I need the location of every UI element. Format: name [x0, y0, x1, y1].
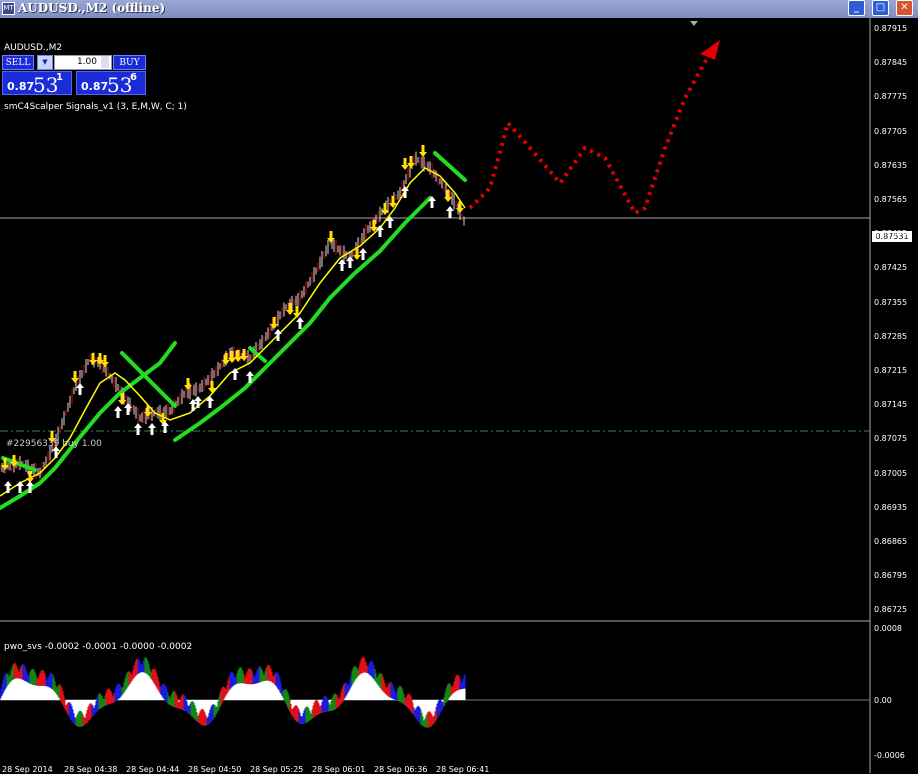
chart-window[interactable]: SELL ▼ 1.00 BUY 0.87 53 1 0.87 53 6 AUDU… [0, 18, 918, 774]
price-axis-label: 0.87565 [874, 195, 908, 204]
title-bar: MT AUDUSD.,M2 (offline) _ □ ✕ [0, 0, 918, 18]
minimize-button[interactable]: _ [848, 0, 865, 16]
maximize-button[interactable]: □ [872, 0, 889, 16]
price-axis-label: 0.87635 [874, 160, 908, 170]
bid-prefix: 0.87 [7, 80, 35, 93]
price-axis-label: 0.87705 [874, 126, 908, 136]
buy-button[interactable]: BUY [113, 55, 146, 70]
buy-signal-arrow-icon [338, 259, 346, 271]
sell-signal-arrow-icon [456, 201, 464, 213]
price-axis-label: 0.87355 [874, 297, 908, 307]
buy-signal-arrow-icon [274, 329, 282, 341]
price-axis-label: 0.87845 [874, 58, 908, 68]
buy-signal-arrow-icon [4, 481, 12, 493]
sell-signal-arrow-icon [444, 190, 452, 202]
ask-sup: 6 [130, 72, 137, 83]
oscillator [0, 656, 466, 728]
osc-axis-top: 0.0008 [874, 624, 902, 633]
sell-signal-arrow-icon [286, 303, 294, 315]
osc-axis-zero: 0.00 [874, 696, 892, 705]
buy-signal-arrow-icon [346, 256, 354, 268]
sell-button[interactable]: SELL [2, 55, 34, 70]
bid-price-box[interactable]: 0.87 53 1 [2, 71, 72, 97]
price-axis-label: 0.87285 [874, 331, 908, 341]
price-chart[interactable] [0, 18, 918, 773]
sell-signal-arrow-icon [270, 317, 278, 329]
price-axis-label: 0.87005 [874, 468, 908, 478]
sell-signal-arrow-icon [184, 378, 192, 390]
price-axis-label: 0.87425 [874, 263, 908, 273]
buy-signal-arrow-icon [446, 206, 454, 218]
chart-shift-marker[interactable] [690, 21, 698, 26]
buy-signal-arrow-icon [114, 406, 122, 418]
chevron-down-icon[interactable]: ▼ [37, 55, 53, 70]
price-axis-label: 0.87145 [874, 400, 908, 410]
bid-big: 53 [33, 73, 59, 97]
price-axis-label: 0.86725 [874, 605, 908, 615]
ask-big: 53 [107, 73, 133, 97]
ask-price-box[interactable]: 0.87 53 6 [76, 71, 146, 97]
oscillator-label: pwo_svs -0.0002 -0.0001 -0.0000 -0.0002 [4, 642, 193, 652]
sell-signal-arrow-icon [240, 349, 248, 361]
buy-signal-arrow-icon [134, 423, 142, 435]
band-lower [0, 341, 177, 510]
price-axis-label: 0.87915 [874, 24, 908, 33]
price-axis-label: 0.87495 [874, 229, 908, 239]
price-axis-label: 0.86935 [874, 502, 908, 512]
close-button[interactable]: ✕ [896, 0, 913, 16]
osc-axis-bottom: -0.0006 [874, 751, 905, 760]
order-label: #22956339 buy 1.00 [6, 439, 102, 449]
band-lower-2 [173, 196, 432, 442]
one-click-trading-panel: SELL ▼ 1.00 BUY 0.87 53 1 0.87 53 6 [2, 55, 146, 97]
buy-signal-arrow-icon [148, 423, 156, 435]
buy-signal-arrow-icon [124, 403, 132, 415]
bid-sup: 1 [56, 72, 63, 83]
symbol-label: AUDUSD.,M2 [4, 43, 63, 53]
buy-signal-arrow-icon [16, 481, 24, 493]
forecast-path [468, 52, 712, 216]
app-icon: MT [2, 2, 15, 15]
price-axis-label: 0.87775 [874, 92, 908, 102]
buy-signal-arrow-icon [76, 383, 84, 395]
sell-signal-arrow-icon [144, 405, 152, 417]
price-axis-label: 0.86795 [874, 571, 908, 581]
window-title: AUDUSD.,M2 (offline) [18, 1, 166, 15]
price-axis-label: 0.86865 [874, 537, 908, 546]
indicator-label: smC4Scalper Signals_v1 (3, E,M,W, C; 1) [4, 102, 187, 112]
buy-signal-arrow-icon [296, 317, 304, 329]
buy-signal-arrow-icon [359, 248, 367, 260]
price-axis-label: 0.87215 [874, 366, 908, 375]
ask-prefix: 0.87 [81, 80, 109, 93]
lot-spinner[interactable] [101, 56, 109, 68]
sell-signal-arrow-icon [419, 145, 427, 157]
price-axis-label: 0.87075 [874, 434, 908, 444]
forecast-arrow-head [700, 40, 720, 60]
